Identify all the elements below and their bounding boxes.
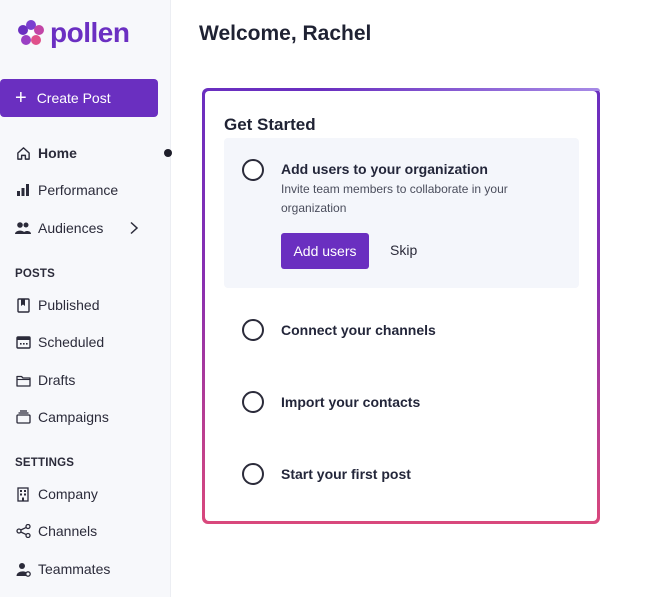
sidebar-item-label: Performance — [38, 182, 119, 198]
step-description: Invite team members to collaborate in yo… — [281, 182, 508, 215]
card-title: Get Started — [224, 115, 316, 134]
get-started-card: Get Started Add users to your organizati… — [202, 88, 600, 524]
user-gear-icon — [15, 561, 31, 577]
stack-icon — [15, 409, 31, 425]
sidebar-item-campaigns[interactable]: Campaigns — [15, 406, 109, 428]
section-label-posts: POSTS — [15, 268, 55, 280]
people-icon — [15, 220, 31, 236]
skip-button[interactable]: Skip — [390, 242, 417, 258]
step-checkbox-channels[interactable] — [242, 319, 264, 341]
step-checkbox-contacts[interactable] — [242, 391, 264, 413]
pollen-flower-icon — [16, 18, 46, 48]
step-import-contacts[interactable]: Import your contacts — [281, 394, 420, 410]
create-post-button[interactable]: + Create Post — [0, 79, 158, 117]
home-icon — [15, 145, 31, 161]
brand-name: pollen — [50, 17, 130, 48]
section-label-settings: SETTINGS — [15, 457, 75, 469]
step-first-post[interactable]: Start your first post — [281, 466, 411, 482]
sidebar-item-label: Home — [38, 145, 77, 161]
chevron-right-icon[interactable] — [128, 221, 140, 240]
sidebar-item-home[interactable]: Home — [15, 142, 77, 164]
bar-chart-icon — [15, 182, 31, 198]
sidebar-item-label: Channels — [38, 523, 98, 539]
add-users-button[interactable]: Add users — [281, 233, 369, 269]
sidebar-item-published[interactable]: Published — [15, 294, 100, 316]
step-connect-channels[interactable]: Connect your channels — [281, 322, 436, 338]
step-title: Add users to your organization — [281, 161, 488, 177]
sidebar-item-performance[interactable]: Performance — [15, 179, 118, 201]
folder-icon — [15, 372, 31, 388]
sidebar-item-scheduled[interactable]: Scheduled — [15, 331, 104, 353]
sidebar-item-label: Company — [38, 486, 98, 502]
bookmark-icon — [15, 297, 31, 313]
sidebar-item-company[interactable]: Company — [15, 483, 98, 505]
share-icon — [15, 523, 31, 539]
step-checkbox-first-post[interactable] — [242, 463, 264, 485]
sidebar-item-label: Drafts — [38, 372, 76, 388]
sidebar-item-label: Campaigns — [38, 409, 109, 425]
sidebar-item-audiences[interactable]: Audiences — [15, 217, 103, 239]
sidebar-item-teammates[interactable]: Teammates — [15, 558, 110, 580]
page-title: Welcome, Rachel — [199, 22, 372, 45]
create-post-label: Create Post — [36, 90, 111, 106]
sidebar-item-drafts[interactable]: Drafts — [15, 369, 75, 391]
calendar-icon — [15, 334, 31, 350]
step-checkbox[interactable] — [242, 159, 264, 181]
plus-icon: + — [15, 87, 27, 109]
sidebar-item-label: Audiences — [38, 220, 104, 236]
sidebar-item-channels[interactable]: Channels — [15, 520, 97, 542]
sidebar-item-label: Teammates — [38, 561, 111, 577]
sidebar-item-label: Scheduled — [38, 334, 105, 350]
logo[interactable]: pollen — [16, 16, 130, 50]
step-add-users: Add users to your organization Invite te… — [224, 138, 579, 288]
sidebar: pollen + Create Post Home Performance Au… — [0, 0, 172, 597]
sidebar-item-label: Published — [38, 297, 100, 313]
building-icon — [15, 486, 31, 502]
get-started-card-body: Get Started Add users to your organizati… — [205, 91, 597, 521]
active-indicator — [164, 149, 172, 157]
